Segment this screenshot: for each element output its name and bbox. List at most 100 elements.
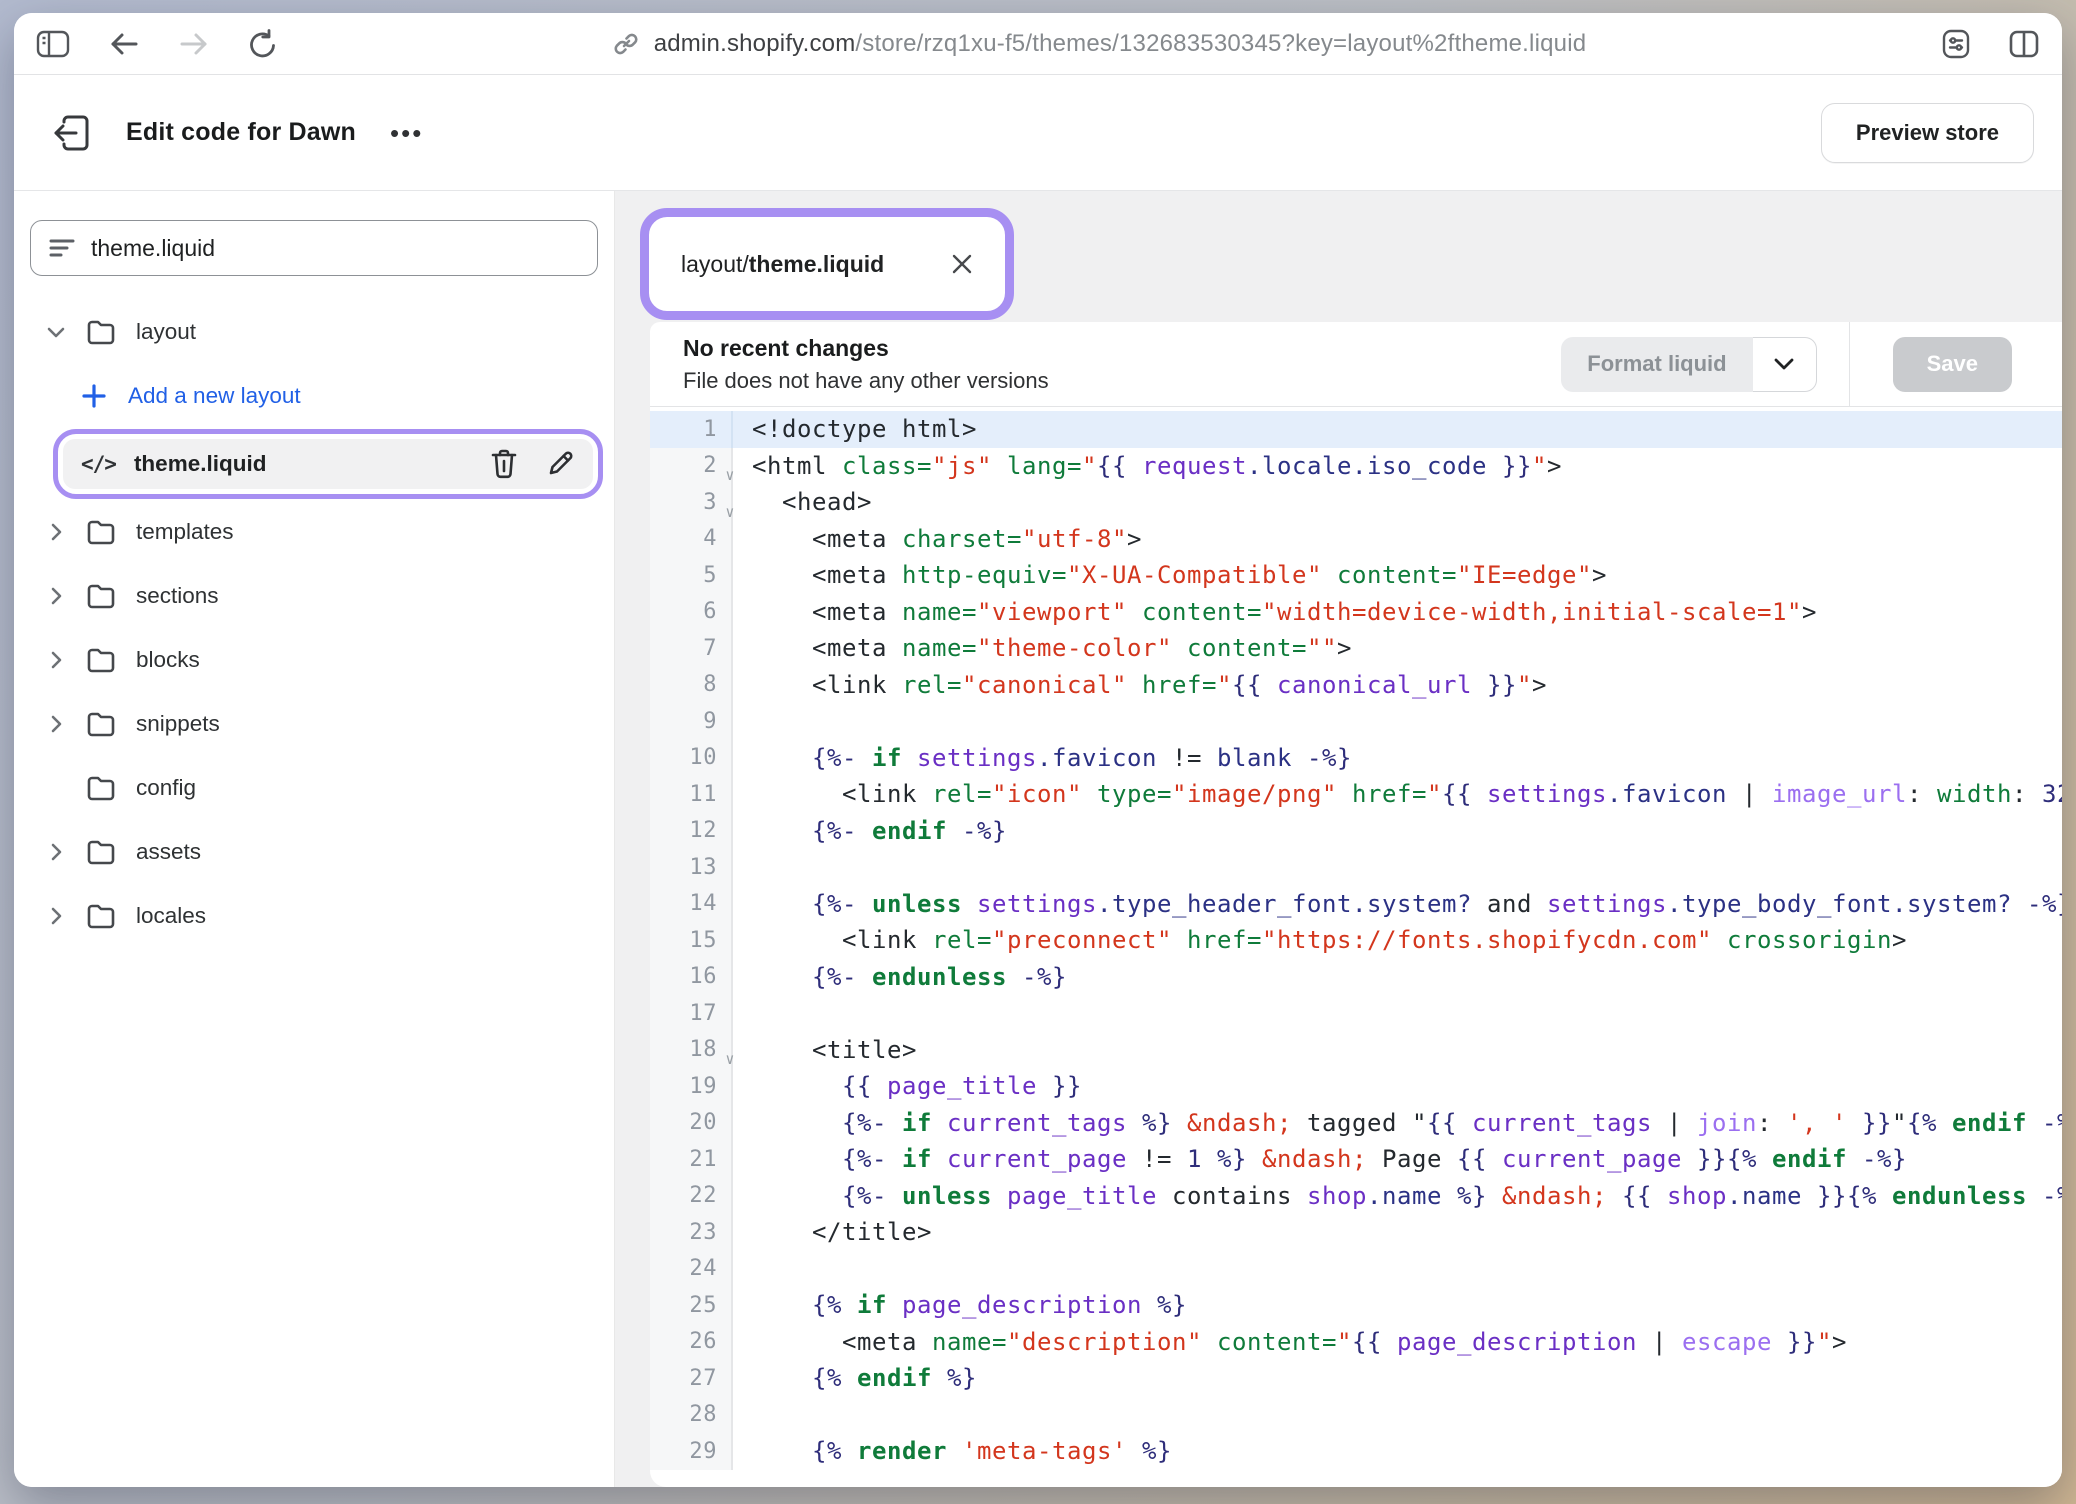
sidebar-item-config[interactable]: config <box>30 756 598 820</box>
code-line[interactable]: 17 <box>650 995 2062 1032</box>
line-number: 24 <box>650 1251 733 1288</box>
code-line[interactable]: 13 <box>650 849 2062 886</box>
line-number: 5 <box>650 557 733 594</box>
format-dropdown-chevron[interactable] <box>1753 337 1817 392</box>
code-line[interactable]: 26 <meta name="description" content="{{ … <box>650 1324 2062 1361</box>
sidebar-item-sections[interactable]: sections <box>30 564 598 628</box>
line-number: 7 <box>650 630 733 667</box>
chevron-right-icon[interactable] <box>44 843 68 861</box>
line-number: 18∨ <box>650 1032 733 1069</box>
chevron-right-icon[interactable] <box>44 907 68 925</box>
code-line[interactable]: 1<!doctype html> <box>650 411 2062 448</box>
sidebar-item-blocks[interactable]: blocks <box>30 628 598 692</box>
format-liquid-label[interactable]: Format liquid <box>1561 337 1752 392</box>
line-number: 8 <box>650 667 733 704</box>
sidebar-item-locales[interactable]: locales <box>30 884 598 948</box>
panel-toggle-icon[interactable] <box>2008 29 2040 59</box>
code-line[interactable]: 28 <box>650 1397 2062 1434</box>
rename-file-icon[interactable] <box>547 449 575 479</box>
editor-card: No recent changes File does not have any… <box>650 322 2062 1487</box>
sidebar-item-templates[interactable]: templates <box>30 500 598 564</box>
fold-chevron-icon[interactable]: ∨ <box>725 503 735 521</box>
code-line[interactable]: 19 {{ page_title }} <box>650 1068 2062 1105</box>
back-icon[interactable] <box>108 30 140 58</box>
line-number: 3∨ <box>650 484 733 521</box>
folder-icon <box>86 839 116 865</box>
code-line[interactable]: 6 <meta name="viewport" content="width=d… <box>650 594 2062 631</box>
address-bar[interactable]: admin.shopify.com/store/rzq1xu-f5/themes… <box>278 30 1920 58</box>
add-new-layout-link[interactable]: Add a new layout <box>30 364 598 428</box>
close-tab-icon[interactable] <box>951 253 973 275</box>
chevron-down-icon[interactable] <box>44 327 68 338</box>
line-number: 2∨ <box>650 448 733 485</box>
code-editor[interactable]: 1<!doctype html>2∨<html class="js" lang=… <box>650 407 2062 1487</box>
code-line[interactable]: 5 <meta http-equiv="X-UA-Compatible" con… <box>650 557 2062 594</box>
code-line[interactable]: 20 {%- if current_tags %} &ndash; tagged… <box>650 1105 2062 1142</box>
fold-chevron-icon[interactable]: ∨ <box>725 1050 735 1068</box>
code-line[interactable]: 22 {%- unless page_title contains shop.n… <box>650 1178 2062 1215</box>
code-line[interactable]: 27 {% endif %} <box>650 1360 2062 1397</box>
code-line[interactable]: 7 <meta name="theme-color" content=""> <box>650 630 2062 667</box>
code-line[interactable]: 18∨ <title> <box>650 1032 2062 1069</box>
file-search-input[interactable]: theme.liquid <box>30 220 598 276</box>
code-line[interactable]: 15 <link rel="preconnect" href="https://… <box>650 922 2062 959</box>
page-settings-icon[interactable] <box>1940 28 1972 60</box>
line-number: 14 <box>650 886 733 923</box>
code-line[interactable]: 9 <box>650 703 2062 740</box>
code-line[interactable]: 24 <box>650 1251 2062 1288</box>
line-number: 22 <box>650 1178 733 1215</box>
code-line[interactable]: 21 {%- if current_page != 1 %} &ndash; P… <box>650 1141 2062 1178</box>
code-line[interactable]: 8 <link rel="canonical" href="{{ canonic… <box>650 667 2062 704</box>
line-number: 19 <box>650 1068 733 1105</box>
chevron-right-icon[interactable] <box>44 651 68 669</box>
search-value: theme.liquid <box>91 235 215 262</box>
code-line[interactable]: 11 <link rel="icon" type="image/png" hre… <box>650 776 2062 813</box>
chevron-right-icon[interactable] <box>44 587 68 605</box>
url-text: admin.shopify.com/store/rzq1xu-f5/themes… <box>654 30 1587 58</box>
delete-file-icon[interactable] <box>491 449 517 479</box>
sidebar-item-assets[interactable]: assets <box>30 820 598 884</box>
code-line[interactable]: 10 {%- if settings.favicon != blank -%} <box>650 740 2062 777</box>
line-number: 16 <box>650 959 733 996</box>
reload-icon[interactable] <box>248 28 278 60</box>
save-button[interactable]: Save <box>1893 337 2012 392</box>
code-line[interactable]: 4 <meta charset="utf-8"> <box>650 521 2062 558</box>
code-line[interactable]: 25 {% if page_description %} <box>650 1287 2062 1324</box>
fold-chevron-icon[interactable]: ∨ <box>725 466 735 484</box>
line-number: 9 <box>650 703 733 740</box>
code-line[interactable]: 12 {%- endif -%} <box>650 813 2062 850</box>
sidebar-toggle-icon[interactable] <box>36 29 70 59</box>
more-menu-icon[interactable]: ••• <box>390 128 423 138</box>
format-liquid-button[interactable]: Format liquid <box>1561 337 1816 392</box>
line-number: 29 <box>650 1433 733 1470</box>
status-title: No recent changes <box>683 335 1049 362</box>
code-line[interactable]: 16 {%- endunless -%} <box>650 959 2062 996</box>
line-number: 23 <box>650 1214 733 1251</box>
folder-icon <box>86 519 116 545</box>
code-line[interactable]: 2∨<html class="js" lang="{{ request.loca… <box>650 448 2062 485</box>
line-number: 6 <box>650 594 733 631</box>
tab-strip: layout/theme.liquid <box>615 191 2062 322</box>
code-line[interactable]: 3∨ <head> <box>650 484 2062 521</box>
editor-area: layout/theme.liquid No recent changes Fi… <box>615 191 2062 1487</box>
forward-icon[interactable] <box>178 30 210 58</box>
code-line[interactable]: 23 </title> <box>650 1214 2062 1251</box>
line-number: 15 <box>650 922 733 959</box>
link-icon <box>612 30 640 58</box>
chevron-right-icon[interactable] <box>44 523 68 541</box>
folder-icon <box>86 319 116 345</box>
sidebar-item-layout[interactable]: layout <box>30 300 598 364</box>
line-number: 26 <box>650 1324 733 1361</box>
line-number: 27 <box>650 1360 733 1397</box>
selected-file-highlight: </> theme.liquid <box>58 434 598 494</box>
code-line[interactable]: 14 {%- unless settings.type_header_font.… <box>650 886 2062 923</box>
preview-store-button[interactable]: Preview store <box>1821 103 2034 163</box>
file-tree: layout Add a new layout </> theme.liquid <box>30 300 598 948</box>
code-line[interactable]: 29 {% render 'meta-tags' %} <box>650 1433 2062 1470</box>
tab-layout-theme-liquid[interactable]: layout/theme.liquid <box>649 217 1005 311</box>
exit-editor-icon[interactable] <box>54 114 90 152</box>
chevron-right-icon[interactable] <box>44 715 68 733</box>
sidebar-item-snippets[interactable]: snippets <box>30 692 598 756</box>
app-header: Edit code for Dawn ••• Preview store <box>14 75 2062 191</box>
sidebar-item-theme-liquid[interactable]: </> theme.liquid <box>63 439 593 489</box>
